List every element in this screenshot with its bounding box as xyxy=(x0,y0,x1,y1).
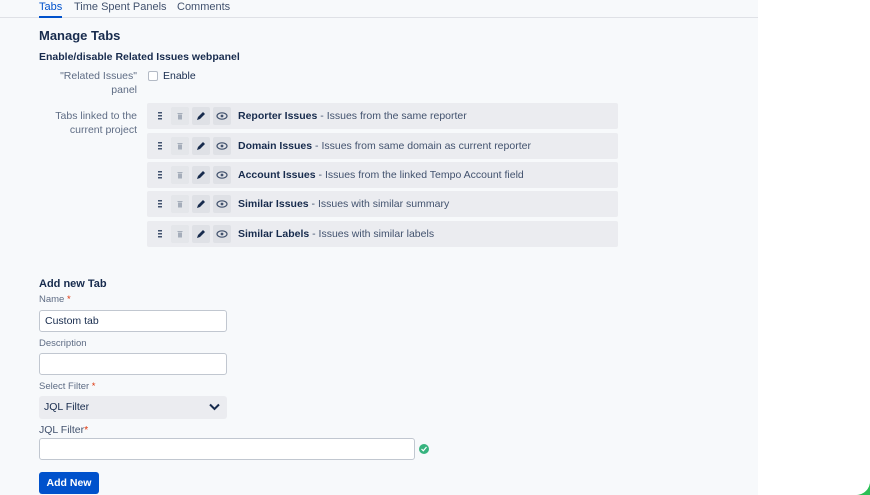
trash-icon[interactable] xyxy=(171,166,189,184)
eye-icon[interactable] xyxy=(213,195,231,213)
tab-row-text: Domain Issues - Issues from same domain … xyxy=(238,140,531,152)
drag-handle-icon[interactable] xyxy=(151,137,169,155)
pencil-icon[interactable] xyxy=(192,107,210,125)
tab-row-name: Reporter Issues xyxy=(238,110,318,122)
tab-comments[interactable]: Comments xyxy=(177,1,230,18)
add-new-button[interactable]: Add New xyxy=(39,472,99,494)
tab-row: Domain Issues - Issues from same domain … xyxy=(147,133,618,159)
trash-icon[interactable] xyxy=(171,107,189,125)
tab-row-desc: - Issues with similar summary xyxy=(308,198,450,210)
name-input[interactable]: Custom tab xyxy=(39,310,227,332)
settings-panel: Tabs Time Spent Panels Comments Manage T… xyxy=(0,0,758,495)
description-field-label: Description xyxy=(39,338,87,349)
drag-handle-icon[interactable] xyxy=(151,195,169,213)
enable-section-heading: Enable/disable Related Issues webpanel xyxy=(39,51,240,63)
tab-row-desc: - Issues from the linked Tempo Account f… xyxy=(315,169,524,181)
drag-handle-icon[interactable] xyxy=(151,225,169,243)
pencil-icon[interactable] xyxy=(192,137,210,155)
add-new-tab-heading: Add new Tab xyxy=(39,278,107,290)
required-mark: * xyxy=(91,381,96,392)
description-input[interactable] xyxy=(39,353,227,375)
check-circle-icon xyxy=(419,444,429,454)
tab-row-text: Reporter Issues - Issues from the same r… xyxy=(238,110,467,122)
tab-row: Account Issues - Issues from the linked … xyxy=(147,162,618,188)
tab-row-desc: - Issues from the same reporter xyxy=(317,110,467,122)
tab-row-name: Similar Labels xyxy=(238,228,310,240)
tab-row-name: Account Issues xyxy=(238,169,316,181)
name-label-text: Name xyxy=(39,294,65,305)
eye-icon[interactable] xyxy=(213,225,231,243)
tabs-linked-label: Tabs linked to the current project xyxy=(55,110,137,136)
pencil-icon[interactable] xyxy=(192,225,210,243)
tab-row-name: Similar Issues xyxy=(238,198,309,210)
eye-icon[interactable] xyxy=(213,107,231,125)
tab-tabs[interactable]: Tabs xyxy=(39,1,63,18)
required-mark: * xyxy=(66,294,71,305)
name-field-label: Name * xyxy=(39,294,71,305)
drag-handle-icon[interactable] xyxy=(151,166,169,184)
manage-tabs-heading: Manage Tabs xyxy=(39,28,121,43)
tab-row-name: Domain Issues xyxy=(238,140,313,152)
related-issues-label: "Related Issues" panel xyxy=(60,70,137,96)
tab-row: Similar Issues - Issues with similar sum… xyxy=(147,191,618,217)
jql-filter-label: JQL Filter* xyxy=(39,424,88,436)
tab-row-text: Similar Labels - Issues with similar lab… xyxy=(238,228,434,240)
tab-row: Reporter Issues - Issues from the same r… xyxy=(147,103,618,129)
page: Tabs Time Spent Panels Comments Manage T… xyxy=(0,0,870,495)
trash-icon[interactable] xyxy=(171,137,189,155)
trash-icon[interactable] xyxy=(171,195,189,213)
filter-select-value: JQL Filter xyxy=(44,401,90,413)
tab-row: Similar Labels - Issues with similar lab… xyxy=(147,221,618,247)
pencil-icon[interactable] xyxy=(192,166,210,184)
tab-row-desc: - Issues from same domain as current rep… xyxy=(312,140,531,152)
enable-checkbox[interactable] xyxy=(148,71,158,81)
required-mark: * xyxy=(84,424,89,436)
drag-handle-icon[interactable] xyxy=(151,107,169,125)
jql-filter-label-text: JQL Filter xyxy=(39,424,85,436)
tab-row-text: Account Issues - Issues from the linked … xyxy=(238,169,524,181)
tab-bar: Tabs Time Spent Panels Comments xyxy=(0,0,758,18)
tab-time-spent-panels[interactable]: Time Spent Panels xyxy=(74,1,167,18)
enable-checkbox-label[interactable]: Enable xyxy=(163,70,196,82)
chevron-down-icon xyxy=(209,402,220,414)
select-filter-label-text: Select Filter xyxy=(39,381,90,392)
tab-row-desc: - Issues with similar labels xyxy=(309,228,435,240)
filter-select[interactable]: JQL Filter xyxy=(39,396,227,419)
jql-filter-input[interactable] xyxy=(39,438,415,460)
right-blank-area xyxy=(758,0,870,495)
pencil-icon[interactable] xyxy=(192,195,210,213)
eye-icon[interactable] xyxy=(213,166,231,184)
tab-row-text: Similar Issues - Issues with similar sum… xyxy=(238,198,449,210)
trash-icon[interactable] xyxy=(171,225,189,243)
eye-icon[interactable] xyxy=(213,137,231,155)
select-filter-label: Select Filter * xyxy=(39,381,96,392)
